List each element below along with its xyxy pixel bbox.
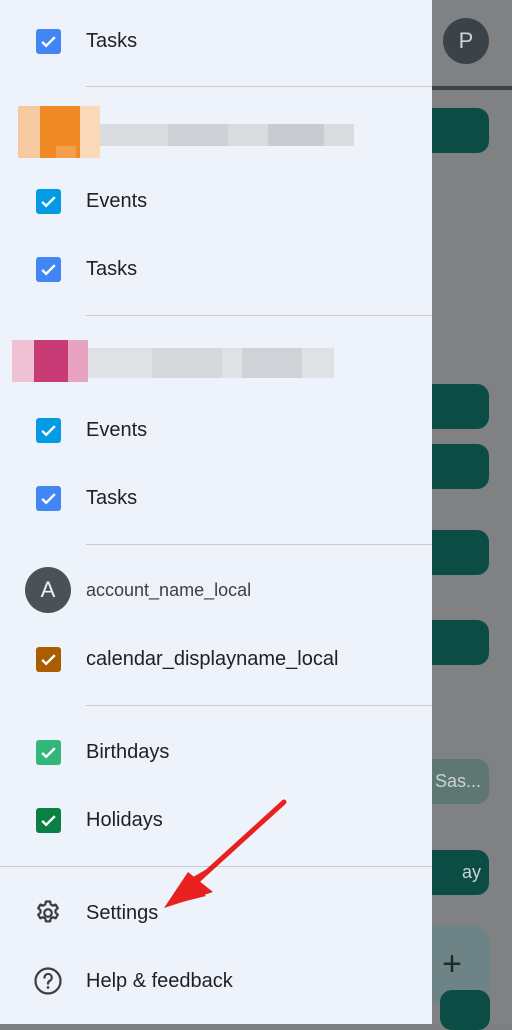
gear-icon bbox=[37, 900, 59, 923]
divider bbox=[86, 705, 432, 706]
calendar-item-label: Birthdays bbox=[86, 740, 170, 763]
account-avatar: A bbox=[25, 567, 71, 613]
calendar-item-local[interactable]: calendar_displayname_local bbox=[0, 631, 432, 687]
calendar-item-tasks[interactable]: Tasks bbox=[0, 13, 432, 69]
calendar-item-holidays[interactable]: Holidays bbox=[0, 792, 432, 848]
event-chip-label: ay bbox=[461, 862, 481, 882]
checkbox-checked-icon[interactable] bbox=[36, 417, 61, 443]
calendar-item-label: Tasks bbox=[86, 486, 138, 509]
checkbox-checked-icon[interactable] bbox=[36, 485, 61, 511]
calendar-item-label: Holidays bbox=[86, 808, 163, 831]
checkbox-checked-icon[interactable] bbox=[36, 807, 61, 833]
checkbox-checked-icon[interactable] bbox=[36, 28, 61, 54]
calendar-item-label: Tasks bbox=[86, 29, 138, 52]
divider bbox=[86, 86, 432, 87]
calendar-item-tasks[interactable]: Tasks bbox=[0, 241, 432, 297]
calendar-item-tasks[interactable]: Tasks bbox=[0, 470, 432, 526]
checkbox-checked-icon[interactable] bbox=[36, 646, 61, 672]
help-feedback-menu-item[interactable]: Help & feedback bbox=[0, 953, 432, 1009]
divider bbox=[86, 315, 432, 316]
help-label: Help & feedback bbox=[86, 969, 233, 992]
calendar-item-label: calendar_displayname_local bbox=[86, 647, 339, 670]
help-icon bbox=[34, 967, 62, 995]
event-chip-label: Sas... bbox=[434, 771, 481, 791]
settings-label: Settings bbox=[86, 901, 159, 924]
navigation-drawer: Tasks Events Tasks Events Tasks A accoun… bbox=[0, 0, 432, 1024]
checkbox-checked-icon[interactable] bbox=[36, 256, 61, 282]
settings-menu-item[interactable]: Settings bbox=[0, 885, 432, 941]
calendar-item-events[interactable]: Events bbox=[0, 173, 432, 229]
checkbox-checked-icon[interactable] bbox=[36, 188, 61, 214]
calendar-item-birthdays[interactable]: Birthdays bbox=[0, 724, 432, 780]
calendar-item-label: Events bbox=[86, 418, 148, 441]
calendar-item-label: Tasks bbox=[86, 257, 138, 280]
calendar-item-events[interactable]: Events bbox=[0, 402, 432, 458]
redacted-account-name bbox=[12, 340, 334, 382]
divider bbox=[0, 866, 432, 867]
checkbox-checked-icon[interactable] bbox=[36, 739, 61, 765]
event-chip[interactable] bbox=[440, 990, 490, 1030]
account-name: account_name_local bbox=[86, 579, 252, 600]
divider bbox=[86, 544, 432, 545]
header-divider bbox=[432, 86, 512, 90]
account-header-local: A account_name_local bbox=[0, 562, 432, 618]
profile-avatar[interactable]: P bbox=[443, 18, 489, 64]
redacted-account-name bbox=[18, 106, 354, 158]
calendar-item-label: Events bbox=[86, 189, 148, 212]
